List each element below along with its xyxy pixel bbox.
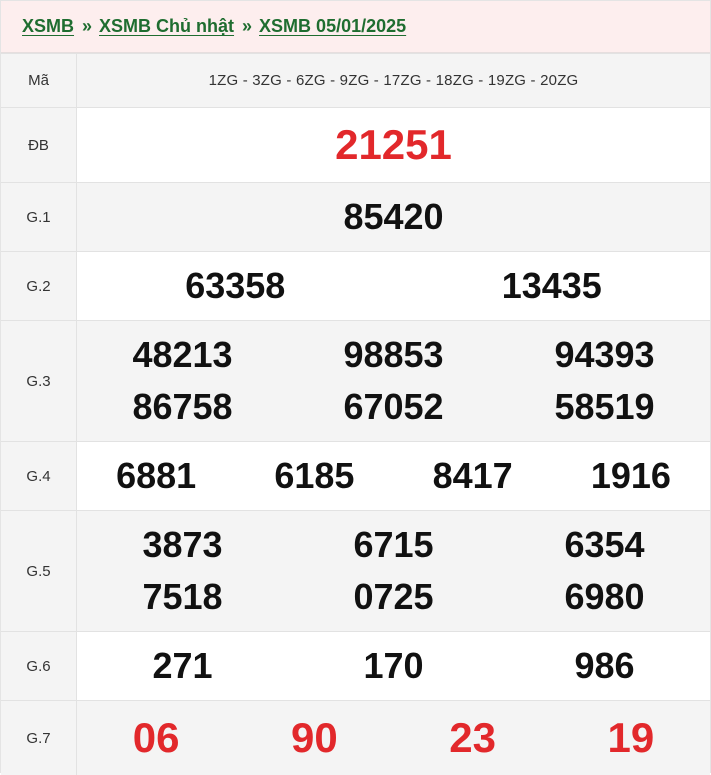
row-prize-6: G.6 271 170 986 (1, 632, 710, 701)
prize-1-cell: 85420 (77, 183, 711, 252)
prize-5-number: 6354 (499, 519, 710, 571)
prize-5-cell: 3873 6715 6354 7518 0725 6980 (77, 511, 711, 632)
prize-5-number: 6980 (499, 571, 710, 623)
prize-5-number: 6715 (288, 519, 499, 571)
breadcrumb-separator: » (242, 16, 252, 37)
prize-3-number: 94393 (499, 329, 710, 381)
special-prize-number: 21251 (335, 121, 452, 168)
results-table: Mã 1ZG - 3ZG - 6ZG - 9ZG - 17ZG - 18ZG -… (1, 53, 710, 775)
row-codes: Mã 1ZG - 3ZG - 6ZG - 9ZG - 17ZG - 18ZG -… (1, 54, 710, 108)
row-label-g6: G.6 (1, 632, 77, 701)
prize-4-number: 8417 (394, 450, 552, 502)
breadcrumb-separator: » (82, 16, 92, 37)
breadcrumb-link-day[interactable]: XSMB Chủ nhật (99, 16, 234, 37)
row-prize-7: G.7 06 90 23 19 (1, 701, 710, 775)
row-prize-3: G.3 48213 98853 94393 86758 67052 58519 (1, 321, 710, 442)
prize-4-number: 1916 (552, 450, 710, 502)
prize-6-cell: 271 170 986 (77, 632, 711, 701)
row-label-g3: G.3 (1, 321, 77, 442)
prize-3-cell: 48213 98853 94393 86758 67052 58519 (77, 321, 711, 442)
breadcrumb-link-date[interactable]: XSMB 05/01/2025 (259, 16, 406, 37)
prize-2-cell: 63358 13435 (77, 252, 711, 321)
prize-7-number: 23 (394, 708, 552, 769)
prize-5-number: 3873 (77, 519, 288, 571)
prize-6-number: 170 (288, 640, 499, 692)
prize-3-number: 98853 (288, 329, 499, 381)
prize-3-number: 86758 (77, 381, 288, 433)
prize-5-number: 7518 (77, 571, 288, 623)
row-label-g4: G.4 (1, 442, 77, 511)
row-prize-5: G.5 3873 6715 6354 7518 0725 6980 (1, 511, 710, 632)
prize-2-number: 13435 (394, 260, 711, 312)
prize-4-number: 6881 (77, 450, 235, 502)
prize-4-number: 6185 (235, 450, 393, 502)
prize-3-number: 58519 (499, 381, 710, 433)
row-prize-1: G.1 85420 (1, 183, 710, 252)
lottery-result-panel: XSMB » XSMB Chủ nhật » XSMB 05/01/2025 M… (0, 0, 711, 773)
row-label-g1: G.1 (1, 183, 77, 252)
prize-7-cell: 06 90 23 19 (77, 701, 711, 775)
row-special-prize: ĐB 21251 (1, 108, 710, 183)
breadcrumb: XSMB » XSMB Chủ nhật » XSMB 05/01/2025 (1, 1, 710, 53)
prize-2-number: 63358 (77, 260, 394, 312)
row-prize-2: G.2 63358 13435 (1, 252, 710, 321)
prize-3-number: 67052 (288, 381, 499, 433)
prize-4-cell: 6881 6185 8417 1916 (77, 442, 711, 511)
prize-3-number: 48213 (77, 329, 288, 381)
row-label-g2: G.2 (1, 252, 77, 321)
row-label-g7: G.7 (1, 701, 77, 775)
codes-cell: 1ZG - 3ZG - 6ZG - 9ZG - 17ZG - 18ZG - 19… (77, 54, 711, 108)
row-label-db: ĐB (1, 108, 77, 183)
row-label-ma: Mã (1, 54, 77, 108)
draw-codes: 1ZG - 3ZG - 6ZG - 9ZG - 17ZG - 18ZG - 19… (209, 72, 579, 89)
prize-6-number: 271 (77, 640, 288, 692)
prize-5-number: 0725 (288, 571, 499, 623)
special-prize-cell: 21251 (77, 108, 711, 183)
prize-7-number: 19 (552, 708, 710, 769)
breadcrumb-link-home[interactable]: XSMB (22, 16, 74, 37)
prize-7-number: 06 (77, 708, 235, 769)
prize-1-number: 85420 (343, 196, 443, 237)
prize-7-number: 90 (235, 708, 393, 769)
prize-6-number: 986 (499, 640, 710, 692)
row-prize-4: G.4 6881 6185 8417 1916 (1, 442, 710, 511)
row-label-g5: G.5 (1, 511, 77, 632)
